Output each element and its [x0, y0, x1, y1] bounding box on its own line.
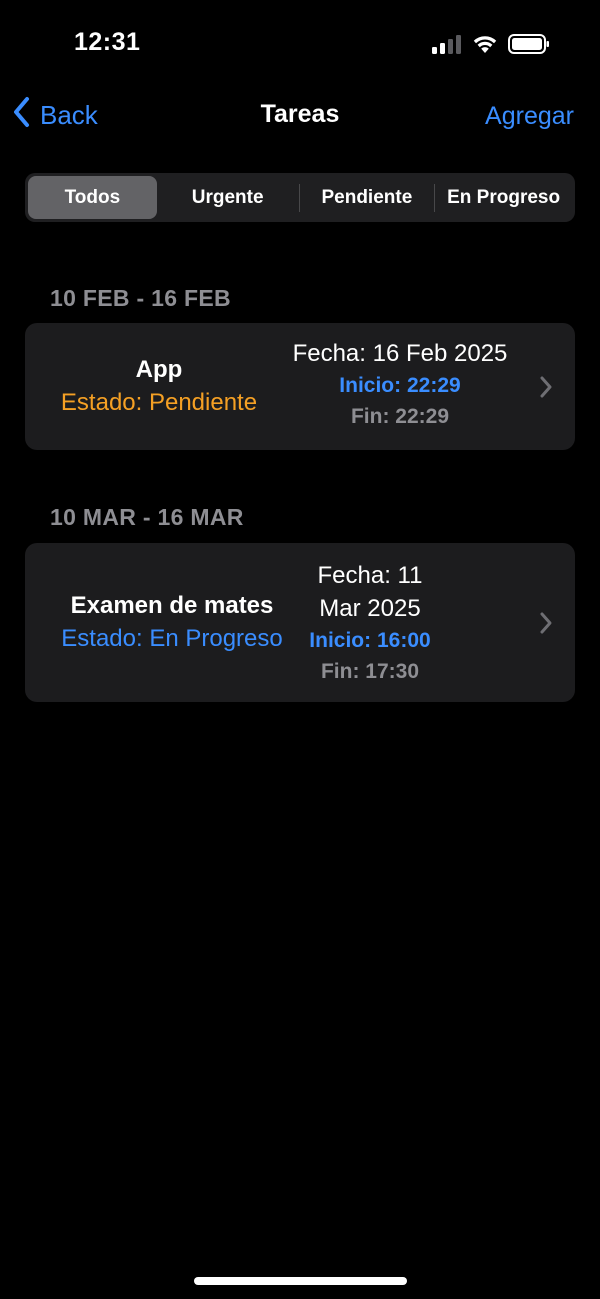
status-time: 12:31 — [74, 28, 141, 56]
task-end-time: Fin: 17:30 — [320, 660, 420, 683]
task-schedule: Fecha: 16 Feb 2025 Inicio: 22:29 Fin: 22… — [275, 337, 525, 432]
task-name: Examen de mates — [70, 592, 274, 619]
segment-en-progreso[interactable]: En Progreso — [435, 176, 572, 219]
home-indicator[interactable] — [194, 1277, 407, 1285]
task-status: Estado: Pendiente — [60, 389, 258, 416]
task-schedule: Fecha: 11 Mar 2025 Inicio: 16:00 Fin: 17… — [295, 559, 445, 687]
segment-todos[interactable]: Todos — [28, 176, 157, 219]
task-date-line-2: Mar 2025 — [319, 595, 421, 622]
task-summary: Examen de mates Estado: En Progreso — [25, 589, 319, 656]
cellular-signal-icon — [432, 34, 462, 59]
section-header: 10 FEB - 16 FEB — [50, 285, 231, 311]
task-card-examen-de-mates[interactable]: Examen de mates Estado: En Progreso Fech… — [25, 543, 575, 702]
segment-urgente[interactable]: Urgente — [157, 176, 299, 219]
wifi-icon — [472, 34, 498, 59]
task-date: Fecha: 16 Feb 2025 — [292, 340, 508, 367]
task-start-time: Inicio: 22:29 — [339, 374, 461, 397]
task-summary: App Estado: Pendiente — [25, 353, 293, 420]
chevron-right-icon — [539, 375, 553, 404]
task-end-time: Fin: 22:29 — [350, 405, 450, 428]
task-start-time: Inicio: 16:00 — [309, 629, 431, 652]
status-bar: 12:31 — [0, 0, 600, 90]
task-name: App — [135, 356, 183, 383]
task-card-app[interactable]: App Estado: Pendiente Fecha: 16 Feb 2025… — [25, 323, 575, 450]
segment-pendiente[interactable]: Pendiente — [300, 176, 435, 219]
filter-segmented-control: Todos Urgente Pendiente En Progreso — [25, 173, 575, 222]
section-header: 10 MAR - 16 MAR — [50, 504, 244, 530]
battery-icon — [508, 34, 550, 59]
chevron-right-icon — [539, 611, 553, 640]
task-status: Estado: En Progreso — [61, 625, 283, 652]
add-button[interactable]: Agregar — [485, 102, 574, 131]
navigation-bar: Back Tareas Agregar — [0, 92, 600, 142]
task-date-line-1: Fecha: 11 — [317, 562, 423, 589]
status-icons — [432, 34, 550, 59]
